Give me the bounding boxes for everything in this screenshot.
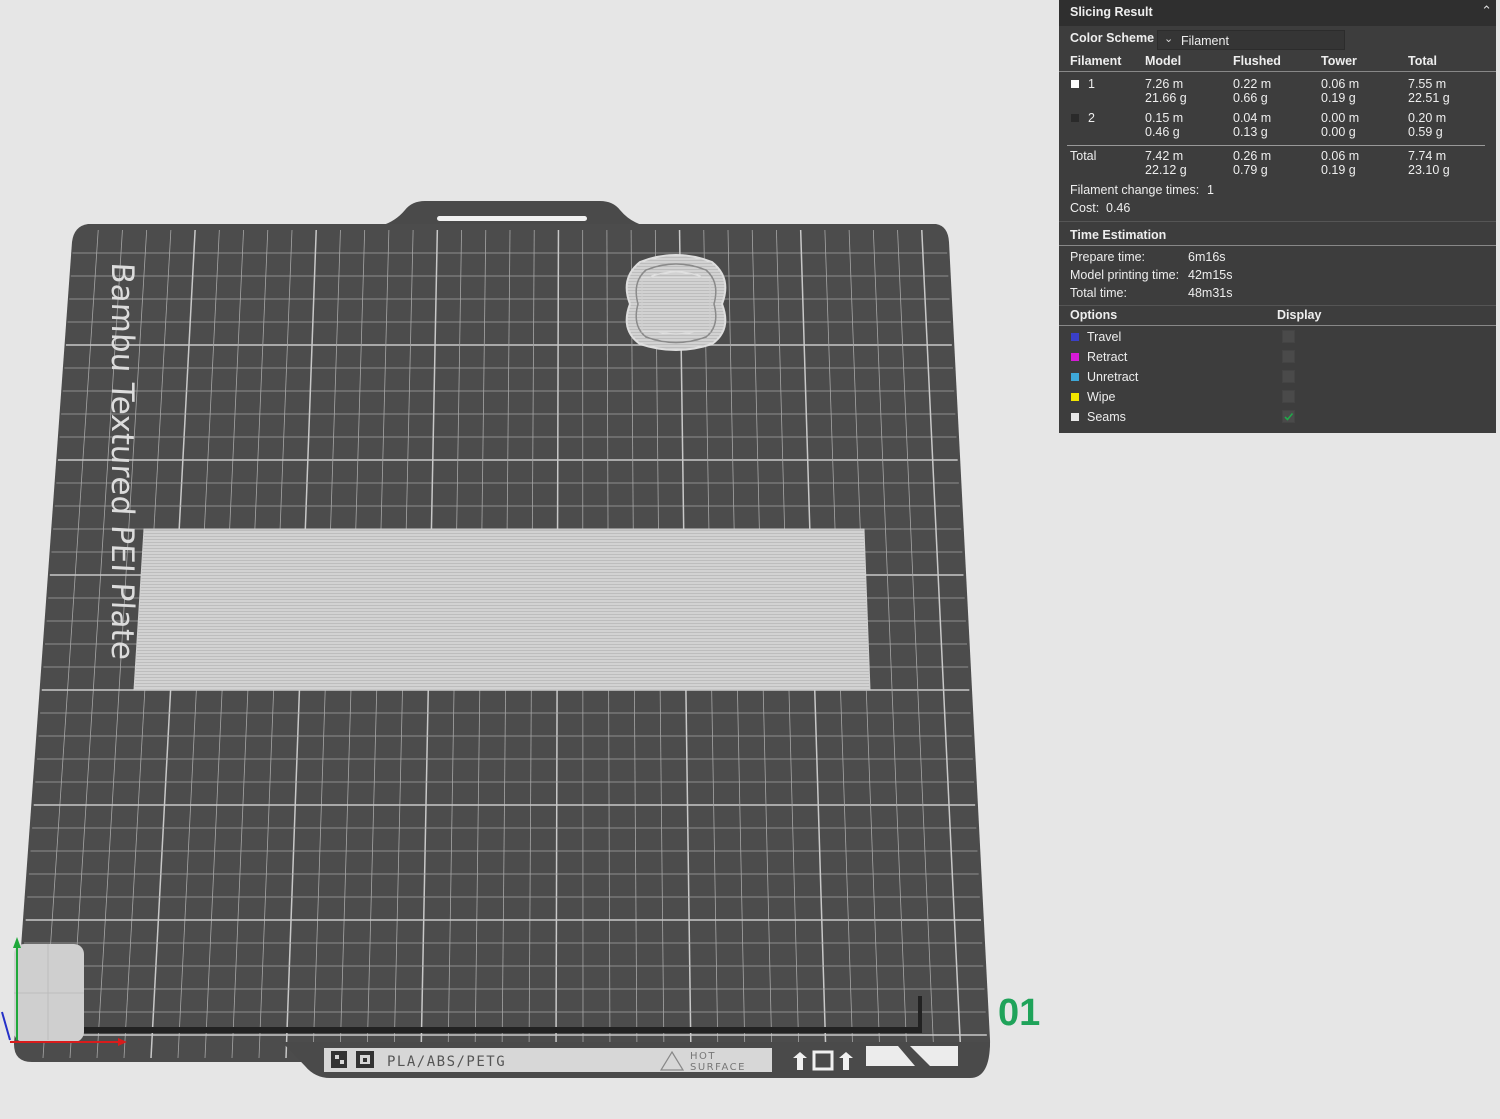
color-scheme-label: Color Scheme [1070, 31, 1155, 45]
options-divider [1059, 325, 1496, 326]
option-label: Seams [1087, 410, 1126, 424]
tower-weight: 0.19 g [1321, 163, 1356, 177]
total-length: 7.55 m [1408, 77, 1447, 91]
color-scheme-value: Filament [1181, 34, 1229, 48]
option-label: Retract [1087, 350, 1128, 364]
total-time-label: Total time: [1070, 286, 1127, 300]
wipe-display-checkbox[interactable] [1282, 390, 1295, 403]
tower-weight: 0.19 g [1321, 91, 1356, 105]
flushed-weight: 0.79 g [1233, 163, 1268, 177]
panel-header: Slicing Result ⌃ [1059, 0, 1496, 26]
retract-color-swatch [1071, 353, 1079, 361]
col-header-flushed: Flushed [1233, 54, 1281, 68]
col-header-filament: Filament [1070, 54, 1122, 68]
plate-tab-slot [437, 216, 587, 221]
model-weight: 22.12 g [1145, 163, 1187, 177]
seams-display-checkbox[interactable] [1282, 410, 1295, 423]
plate-number[interactable]: 01 [998, 992, 1040, 1034]
chevron-down-icon: ⌄ [1164, 33, 1174, 45]
filament-change-value: 1 [1207, 183, 1214, 197]
flushed-length: 0.26 m [1233, 149, 1272, 163]
plate-name-label: Bambu Textured PEI Plate [104, 262, 140, 661]
unretract-color-swatch [1071, 373, 1079, 381]
col-header-tower: Tower [1321, 54, 1357, 68]
tower-weight: 0.00 g [1321, 125, 1356, 139]
option-label: Wipe [1087, 390, 1116, 404]
tower-length: 0.06 m [1321, 77, 1360, 91]
total-row-label: Total [1070, 149, 1097, 163]
total-length: 0.20 m [1408, 111, 1447, 125]
prepare-time-value: 6m16s [1188, 250, 1226, 264]
total-weight: 0.59 g [1408, 125, 1443, 139]
prepare-time-label: Prepare time: [1070, 250, 1146, 264]
model-length: 0.15 m [1145, 111, 1184, 125]
filament-color-swatch [1071, 114, 1079, 122]
checkmark-icon [1284, 412, 1294, 421]
time-estimation-title: Time Estimation [1070, 228, 1167, 242]
wipe-color-swatch [1071, 393, 1079, 401]
travel-display-checkbox[interactable] [1282, 330, 1295, 343]
cost-value: 0.46 [1106, 201, 1131, 215]
options-header: Options [1070, 308, 1118, 322]
unretract-display-checkbox[interactable] [1282, 370, 1295, 383]
hot-surface-label-2: SURFACE [690, 1062, 746, 1073]
model-printing-time-value: 42m15s [1188, 268, 1233, 282]
chevron-up-double-icon[interactable]: ⌃ [1481, 3, 1492, 19]
hot-surface-label-1: HOT [690, 1051, 716, 1062]
model-small-object[interactable] [625, 254, 727, 351]
time-divider [1059, 245, 1496, 246]
total-weight: 23.10 g [1408, 163, 1450, 177]
model-weight: 21.66 g [1145, 91, 1187, 105]
model-large-object[interactable] [133, 528, 871, 691]
cost-label: Cost: [1070, 201, 1100, 215]
total-length: 7.74 m [1408, 149, 1447, 163]
total-weight: 22.51 g [1408, 91, 1450, 105]
filament-color-swatch [1071, 80, 1079, 88]
flushed-length: 0.04 m [1233, 111, 1272, 125]
model-weight: 0.46 g [1145, 125, 1180, 139]
filament-id: 2 [1088, 111, 1095, 125]
model-printing-time-label: Model printing time: [1070, 268, 1180, 282]
plate-bottom-edge-right [918, 996, 922, 1031]
col-header-model: Model [1145, 54, 1182, 68]
total-divider [1067, 145, 1485, 146]
display-header: Display [1277, 308, 1322, 322]
tower-length: 0.00 m [1321, 111, 1360, 125]
option-label: Travel [1087, 330, 1122, 344]
tower-length: 0.06 m [1321, 149, 1360, 163]
slicing-result-panel: Slicing Result ⌃ Color Scheme ⌄ Filament… [1059, 0, 1496, 433]
col-header-total: Total [1408, 54, 1437, 68]
model-length: 7.42 m [1145, 149, 1184, 163]
option-label: Unretract [1087, 370, 1139, 384]
filament-change-label: Filament change times: [1070, 183, 1200, 197]
color-scheme-select[interactable]: ⌄ Filament [1157, 30, 1345, 50]
panel-title: Slicing Result [1070, 5, 1153, 19]
model-length: 7.26 m [1145, 77, 1184, 91]
flushed-weight: 0.66 g [1233, 91, 1268, 105]
header-divider [1059, 71, 1496, 72]
cost-divider [1059, 221, 1496, 222]
plate-tab [380, 201, 645, 226]
plate-bottom-edge [80, 1027, 922, 1033]
total-time-value: 48m31s [1188, 286, 1233, 300]
flushed-weight: 0.13 g [1233, 125, 1268, 139]
retract-display-checkbox[interactable] [1282, 350, 1295, 363]
options-top-divider [1059, 305, 1496, 306]
travel-color-swatch [1071, 333, 1079, 341]
seams-color-swatch [1071, 413, 1079, 421]
flushed-length: 0.22 m [1233, 77, 1272, 91]
filament-id: 1 [1088, 77, 1095, 91]
plate-material-label: PLA/ABS/PETG [387, 1054, 506, 1070]
